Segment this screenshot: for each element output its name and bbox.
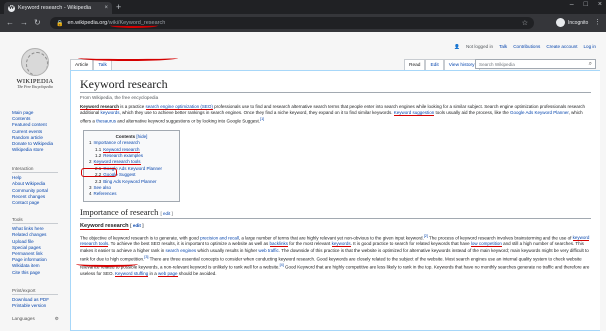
body-paragraph: The objective of keyword research is to … — [80, 233, 590, 277]
article-content: Keyword research From Wikipedia, the fre… — [70, 70, 600, 331]
sidebar: WIKIPEDIA The Free Encyclopedia Main pag… — [0, 32, 70, 331]
incognito-indicator[interactable]: Incognito — [556, 18, 588, 27]
close-tab-icon[interactable]: × — [104, 5, 108, 11]
logo-tagline: The Free Encyclopedia — [17, 85, 53, 89]
incognito-icon — [556, 18, 565, 27]
toc-item[interactable]: 4 References — [89, 191, 174, 197]
subsection-heading-keyword-research: Keyword research [ edit ] — [80, 222, 144, 230]
languages-portal: Languages ⚙ — [12, 316, 59, 322]
toc-hide-toggle[interactable]: [hide] — [136, 134, 147, 139]
lock-icon: 🔒 — [56, 20, 64, 27]
sidebar-item-printable-version[interactable]: Printable version — [12, 303, 58, 309]
print-portal: Print/export Download as PDF Printable v… — [12, 288, 58, 310]
search-icon[interactable]: ⌕ — [589, 61, 592, 68]
talk-link[interactable]: Talk — [499, 44, 507, 50]
link-web-traffic[interactable]: web traffic — [258, 248, 278, 253]
languages-heading: Languages — [12, 316, 35, 321]
kebab-icon[interactable]: ⋮ — [594, 18, 601, 26]
link-precision-recall[interactable]: precision and recall — [200, 235, 239, 240]
incognito-label: Incognito — [568, 19, 589, 26]
logo-wordmark: WIKIPEDIA — [16, 78, 54, 85]
log-in-link[interactable]: Log in — [583, 44, 596, 50]
ref-1[interactable]: [1] — [260, 117, 264, 121]
browser-toolbar: ← → ↻ 🔒 en.wikipedia.org/wiki/Keyword_re… — [0, 14, 606, 32]
link-seo[interactable]: search engine optimization (SEO) — [145, 104, 213, 110]
link-google-ads-keyword-planner[interactable]: Google Ads Keyword Planner — [510, 110, 569, 115]
link-keyword-stuffing[interactable]: Keyword stuffing — [115, 270, 149, 277]
toc-annotation-box — [81, 168, 117, 177]
tools-heading: Tools — [12, 217, 58, 225]
tab-title: Keyword research - Wikipedia — [18, 5, 92, 11]
reload-icon[interactable]: ↻ — [34, 17, 41, 29]
search-placeholder: Search Wikipedia — [479, 61, 515, 67]
link-search-engines[interactable]: search engines — [166, 248, 197, 253]
link-web-page[interactable]: web page — [157, 270, 178, 277]
from-wikipedia: From Wikipedia, the free encyclopedia — [80, 95, 159, 100]
link-low-competition[interactable]: low competition — [470, 241, 502, 248]
browser-tab[interactable]: W Keyword research - Wikipedia × — [4, 2, 112, 14]
close-window-button[interactable]: × — [598, 1, 602, 8]
tools-portal: Tools What links here Related changes Up… — [12, 217, 58, 276]
title-annotation-underline — [78, 55, 178, 61]
wikipedia-favicon-icon: W — [8, 4, 15, 12]
print-heading: Print/export — [12, 288, 58, 296]
link-thesaurus[interactable]: thesaurus — [96, 119, 116, 124]
url-annotation-underline — [110, 23, 158, 28]
page-title: Keyword research — [80, 77, 591, 93]
sidebar-item-cite-page[interactable]: Cite this page — [12, 270, 58, 276]
new-tab-button[interactable]: + — [116, 2, 121, 13]
navigation-portal: Main page Contents Featured content Curr… — [12, 110, 53, 153]
wikipedia-logo[interactable]: WIKIPEDIA The Free Encyclopedia — [10, 48, 60, 89]
interaction-portal: Interaction Help About Wikipedia Communi… — [12, 166, 58, 206]
contributions-link[interactable]: Contributions — [513, 44, 540, 50]
sidebar-item-contact[interactable]: Contact page — [12, 200, 58, 206]
user-icon: 👤 — [454, 44, 460, 49]
forward-icon[interactable]: → — [20, 17, 28, 29]
gear-icon[interactable]: ⚙ — [55, 316, 59, 322]
subsection-edit-link: [ edit ] — [130, 222, 144, 228]
table-of-contents: Contents [hide] 1 Importance of research … — [83, 129, 180, 202]
maximize-button[interactable]: □ — [584, 1, 588, 8]
intro-bold-term: Keyword research — [80, 104, 120, 110]
link-backlinks[interactable]: backlinks — [269, 241, 289, 248]
link-keyword-suggestion[interactable]: Keyword suggestion — [393, 110, 435, 117]
interaction-heading: Interaction — [12, 166, 58, 174]
section-edit-link: [ edit ] — [160, 210, 173, 216]
wiki-search-input[interactable]: Search Wikipedia ⌕ — [475, 59, 596, 69]
link-keywords[interactable]: keywords — [101, 110, 120, 115]
minimize-button[interactable]: – — [570, 1, 574, 8]
personal-tools: 👤 Not logged in Talk Contributions Creat… — [454, 44, 596, 50]
intro-paragraph: Keyword research is a practice search en… — [80, 104, 586, 124]
sidebar-item-store[interactable]: Wikipedia store — [12, 147, 53, 153]
section-heading-importance: Importance of research [ edit ] — [80, 207, 591, 219]
heading-annotation-underline — [76, 261, 138, 267]
puzzle-globe-icon — [21, 48, 49, 76]
back-icon[interactable]: ← — [6, 17, 14, 29]
tab-strip: W Keyword research - Wikipedia × + – □ × — [0, 0, 606, 14]
link-keywords-body[interactable]: keywords — [331, 241, 351, 248]
wikipedia-page: 👤 Not logged in Talk Contributions Creat… — [0, 32, 606, 331]
not-logged-in: Not logged in — [465, 44, 494, 49]
browser-chrome: W Keyword research - Wikipedia × + – □ ×… — [0, 0, 606, 32]
star-icon[interactable]: ☆ — [522, 19, 528, 27]
create-account-link[interactable]: Create account — [546, 44, 577, 50]
window-controls: – □ × — [570, 1, 602, 8]
